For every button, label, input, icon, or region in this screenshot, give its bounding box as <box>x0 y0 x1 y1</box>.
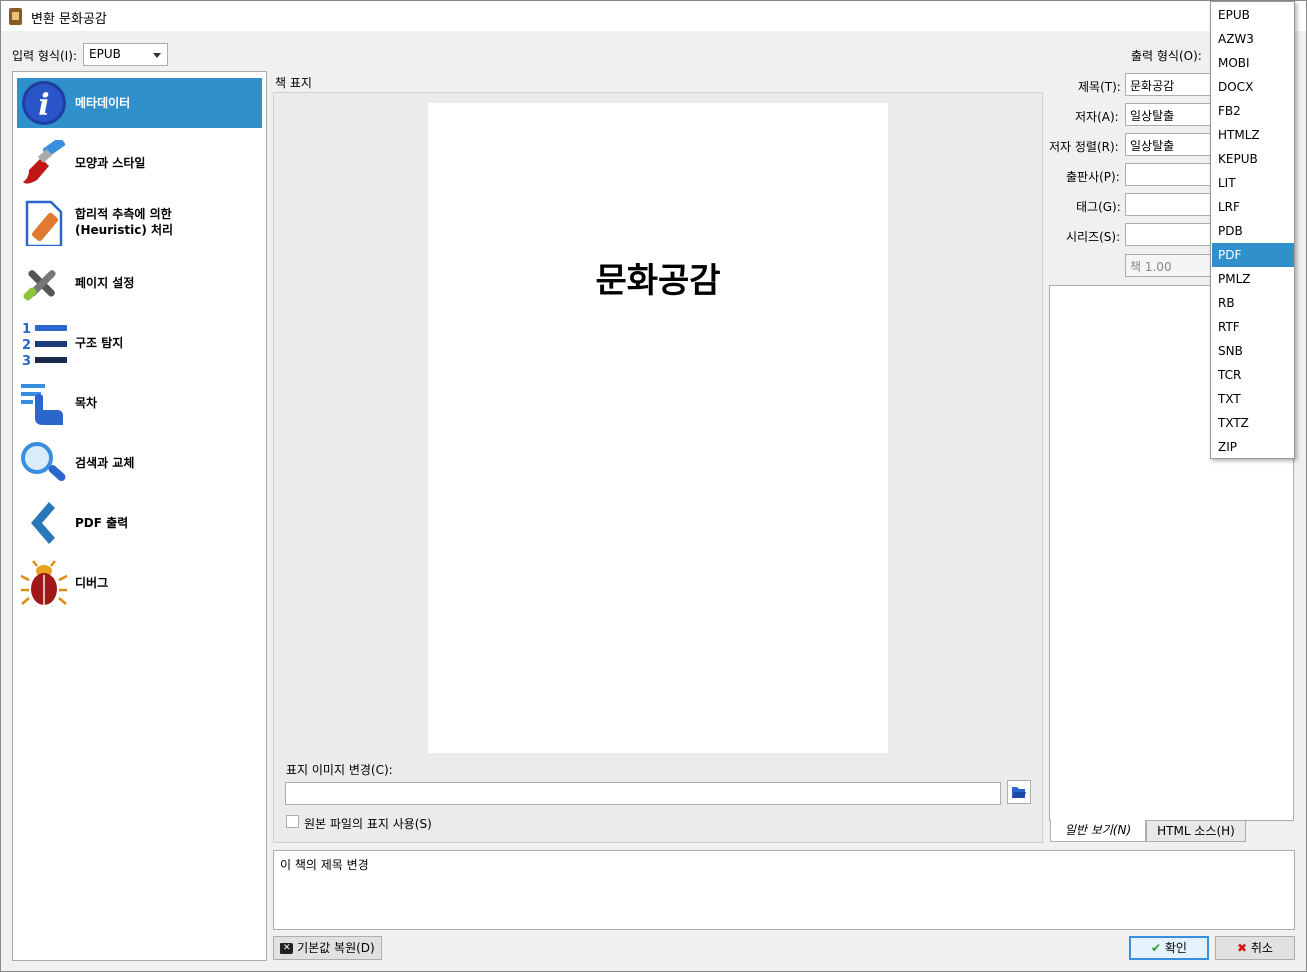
nav-label: 구조 탐지 <box>75 336 124 350</box>
dropdown-option-snb[interactable]: SNB <box>1212 339 1294 363</box>
svg-text:3: 3 <box>22 354 31 366</box>
dropdown-option-fb2[interactable]: FB2 <box>1212 99 1294 123</box>
window-title: 변환 문화공감 <box>31 12 107 27</box>
nav-label: PDF 출력 <box>75 516 129 530</box>
svg-text:2: 2 <box>22 338 31 353</box>
folder-open-icon <box>1012 787 1026 798</box>
dropdown-option-pmlz[interactable]: PMLZ <box>1212 267 1294 291</box>
publisher-input[interactable] <box>1125 163 1215 186</box>
dropdown-option-rtf[interactable]: RTF <box>1212 315 1294 339</box>
nav-label: 페이지 설정 <box>75 276 135 290</box>
cover-group-label: 책 표지 <box>275 76 312 90</box>
dropdown-option-lrf[interactable]: LRF <box>1212 195 1294 219</box>
series-label: 시리즈(S): <box>1066 230 1121 244</box>
dropdown-option-rb[interactable]: RB <box>1212 291 1294 315</box>
cover-path-input[interactable] <box>285 782 1001 805</box>
author-sort-input[interactable]: 일상탈출 <box>1125 133 1215 156</box>
title-bar: 변환 문화공감 <box>1 1 1306 31</box>
nav-label: 목차 <box>75 396 98 410</box>
browse-cover-button[interactable] <box>1007 780 1031 804</box>
tags-label: 태그(G): <box>1076 200 1121 214</box>
app-icon <box>9 8 22 25</box>
nav-label: 합리적 추측에 의한 (Heuristic) 처리 <box>75 207 174 237</box>
tab-html-source[interactable]: HTML 소스(H) <box>1146 820 1246 842</box>
author-label: 저자(A): <box>1075 110 1119 124</box>
dropdown-option-kepub[interactable]: KEPUB <box>1212 147 1294 171</box>
backspace-icon: ✕ <box>280 943 294 954</box>
dropdown-option-tcr[interactable]: TCR <box>1212 363 1294 387</box>
nav-label: 메타데이터 <box>75 96 131 110</box>
brush-icon <box>23 140 66 184</box>
input-format-label: 입력 형식(I): <box>12 49 77 63</box>
dropdown-option-pdb[interactable]: PDB <box>1212 219 1294 243</box>
chevron-down-icon <box>153 53 161 58</box>
svg-text:i: i <box>38 88 49 123</box>
tags-input[interactable] <box>1125 193 1215 216</box>
cover-title: 문화공감 <box>595 261 721 301</box>
restore-defaults-button[interactable]: ✕ 기본값 복원(D) <box>273 936 382 960</box>
title-label: 제목(T): <box>1078 80 1121 94</box>
help-text: 이 책의 제목 변경 <box>280 858 369 872</box>
nav-item-pdf-output[interactable]: PDF 출력 <box>17 498 262 548</box>
nav-item-search-replace[interactable]: 검색과 교체 <box>17 438 262 488</box>
help-text-box: 이 책의 제목 변경 <box>273 850 1295 930</box>
ok-button[interactable]: ✔ 확인 <box>1129 936 1209 960</box>
nav-item-debug[interactable]: 디버그 <box>17 558 262 608</box>
output-format-dropdown: EPUB AZW3 MOBI DOCX FB2 HTMLZ KEPUB LIT LRF PDB PD… <box>1210 1 1295 459</box>
dropdown-option-pdf[interactable]: PDF <box>1212 243 1294 267</box>
dropdown-option-txtz[interactable]: TXTZ <box>1212 411 1294 435</box>
tools-icon <box>23 270 56 301</box>
dropdown-option-azw3[interactable]: AZW3 <box>1212 27 1294 51</box>
publisher-label: 출판사(P): <box>1066 170 1120 184</box>
search-icon <box>21 442 66 482</box>
change-cover-label: 표지 이미지 변경(C): <box>286 763 393 777</box>
input-format-value: EPUB <box>89 47 121 61</box>
section-list: i 메타데이터 모양과 스타일 합리적 추측에 의한 (Heuristic) 처리… <box>12 71 267 961</box>
nav-item-page-setup[interactable]: 페이지 설정 <box>17 258 262 308</box>
bug-icon <box>20 560 68 605</box>
chevron-left-icon <box>31 502 55 544</box>
nav-item-look-and-feel[interactable]: 모양과 스타일 <box>17 138 262 188</box>
cancel-label: 취소 <box>1250 941 1273 955</box>
input-format-select[interactable]: EPUB <box>83 43 168 66</box>
use-source-cover-label: 원본 파일의 표지 사용(S) <box>304 817 432 831</box>
nav-item-heuristic[interactable]: 합리적 추측에 의한 (Heuristic) 처리 <box>17 198 262 248</box>
cancel-button[interactable]: ✖ 취소 <box>1215 936 1295 960</box>
numbered-list-icon: 1 2 3 <box>22 322 67 366</box>
nav-item-structure[interactable]: 1 2 3 구조 탐지 <box>17 318 262 368</box>
nav-label: 디버그 <box>75 576 109 590</box>
dropdown-option-mobi[interactable]: MOBI <box>1212 51 1294 75</box>
svg-text:1: 1 <box>22 322 31 337</box>
output-format-label: 출력 형식(O): <box>1131 49 1202 63</box>
dropdown-option-txt[interactable]: TXT <box>1212 387 1294 411</box>
ok-label: 확인 <box>1164 941 1187 955</box>
info-icon: i <box>22 81 66 125</box>
close-icon: ✖ <box>1237 941 1248 955</box>
author-input[interactable]: 일상탈출 <box>1125 103 1215 126</box>
dropdown-option-lit[interactable]: LIT <box>1212 171 1294 195</box>
restore-defaults-label: 기본값 복원(D) <box>297 941 375 955</box>
dropdown-option-epub[interactable]: EPUB <box>1212 3 1294 27</box>
nav-label: 검색과 교체 <box>75 456 135 470</box>
dropdown-option-zip[interactable]: ZIP <box>1212 435 1294 459</box>
series-input[interactable] <box>1125 223 1215 246</box>
nav-item-metadata[interactable]: i 메타데이터 <box>17 78 262 128</box>
heuristic-icon <box>25 200 63 246</box>
dropdown-option-docx[interactable]: DOCX <box>1212 75 1294 99</box>
checkmark-icon: ✔ <box>1151 941 1162 955</box>
title-input[interactable]: 문화공감 <box>1125 73 1215 96</box>
nav-item-toc[interactable]: 목차 <box>17 378 262 428</box>
dropdown-option-htmlz[interactable]: HTMLZ <box>1212 123 1294 147</box>
author-sort-label: 저자 정렬(R): <box>1049 140 1119 154</box>
nav-label: 모양과 스타일 <box>75 156 146 170</box>
cover-image: 문화공감 <box>428 103 888 753</box>
use-source-cover-checkbox[interactable] <box>286 815 299 828</box>
tab-normal-view[interactable]: 일반 보기(N) <box>1050 820 1146 842</box>
series-index-input[interactable]: 책 1.00 <box>1125 254 1215 277</box>
toc-icon <box>21 384 63 425</box>
